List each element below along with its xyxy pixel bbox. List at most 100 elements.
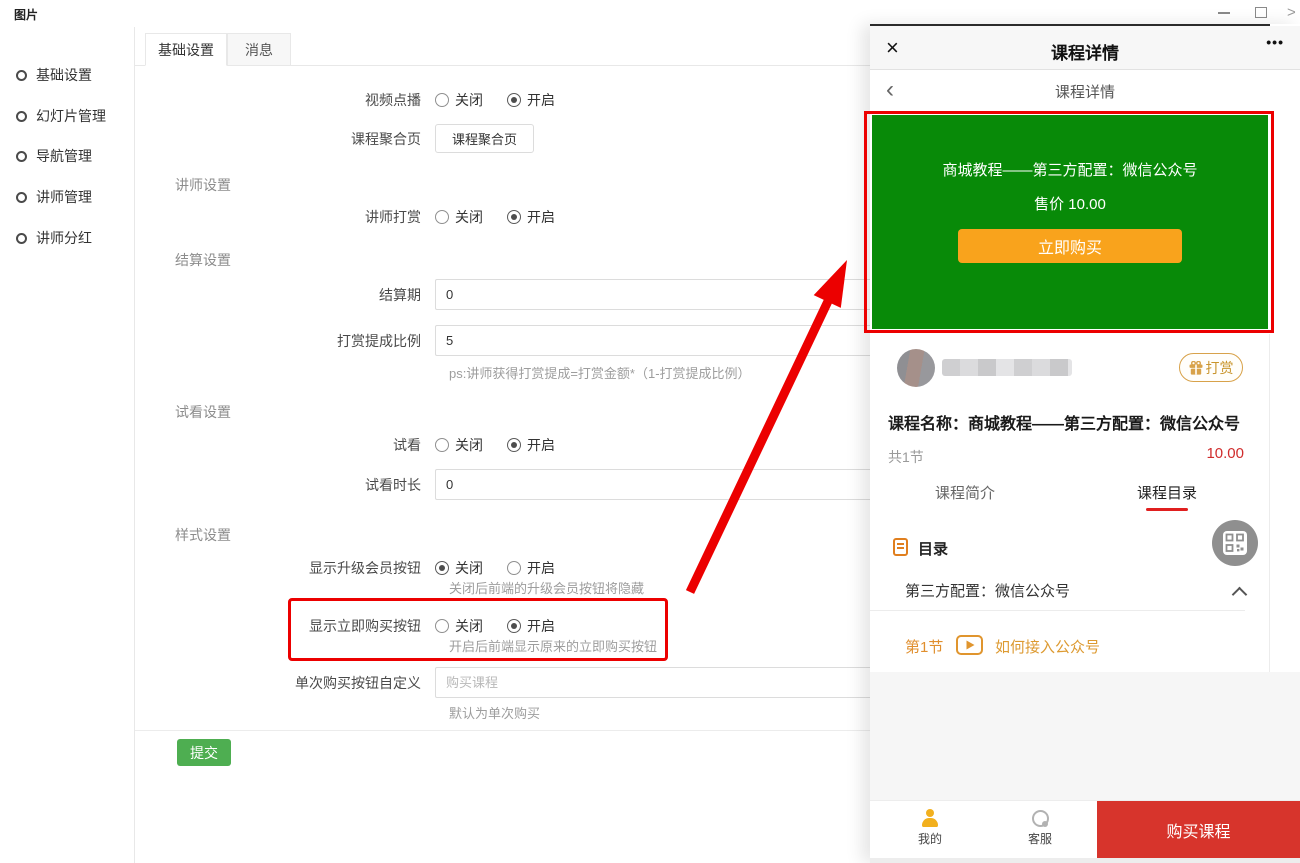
radio-upgrade-on[interactable]: 开启 bbox=[507, 558, 555, 578]
circle-icon bbox=[16, 151, 27, 162]
sidebar-item-teachers[interactable]: 讲师管理 bbox=[16, 187, 92, 207]
aggregate-page-button[interactable]: 课程聚合页 bbox=[435, 124, 534, 153]
tab-course-intro[interactable]: 课程简介 bbox=[885, 482, 1045, 503]
more-icon[interactable]: ••• bbox=[1266, 34, 1284, 50]
buy-now-button[interactable]: 立即购买 bbox=[958, 229, 1182, 263]
sidebar-item-slides[interactable]: 幻灯片管理 bbox=[16, 106, 106, 126]
active-tab-underline bbox=[1146, 508, 1188, 511]
radio-label: 关闭 bbox=[455, 435, 483, 455]
radio-selected-icon[interactable] bbox=[435, 561, 449, 575]
tab-basic-settings[interactable]: 基础设置 bbox=[145, 33, 227, 66]
radio-buynow-off[interactable]: 关闭 bbox=[435, 616, 483, 636]
app-title: 课程详情 bbox=[870, 81, 1300, 102]
radio-icon[interactable] bbox=[435, 438, 449, 452]
radio-buynow-on[interactable]: 开启 bbox=[507, 616, 555, 636]
circle-icon bbox=[16, 192, 27, 203]
chevron-right-icon[interactable]: > bbox=[1287, 4, 1296, 21]
radio-reward-off[interactable]: 关闭 bbox=[435, 207, 483, 227]
section-teacher-settings: 讲师设置 bbox=[175, 175, 231, 195]
play-video-icon bbox=[956, 635, 983, 655]
tab-course-catalog[interactable]: 课程目录 bbox=[1087, 482, 1247, 503]
course-name: 课程名称：商城教程——第三方配置：微信公众号 bbox=[888, 410, 1282, 434]
section-settlement-settings: 结算设置 bbox=[175, 250, 231, 270]
form-row-upgrade-button: 显示升级会员按钮 关闭 开启 bbox=[135, 558, 555, 578]
submit-button[interactable]: 提交 bbox=[177, 739, 231, 766]
field-label: 显示立即购买按钮 bbox=[135, 616, 435, 636]
chapter-title[interactable]: 第三方配置：微信公众号 bbox=[905, 580, 1070, 601]
radio-selected-icon[interactable] bbox=[507, 93, 521, 107]
sidebar-item-navigation[interactable]: 导航管理 bbox=[16, 146, 92, 166]
custom-note: 默认为单次购买 bbox=[449, 703, 540, 722]
field-label: 讲师打赏 bbox=[135, 207, 435, 227]
nav-mine[interactable]: 我的 bbox=[900, 809, 960, 847]
avatar bbox=[897, 349, 935, 387]
radio-icon[interactable] bbox=[435, 93, 449, 107]
course-price: 10.00 bbox=[1206, 445, 1244, 462]
chapter-divider bbox=[870, 610, 1245, 611]
ratio-note: ps:讲师获得打赏提成=打赏金额*（1-打赏提成比例） bbox=[449, 363, 751, 382]
lesson-title[interactable]: 如何接入公众号 bbox=[995, 636, 1100, 657]
headset-icon bbox=[1032, 810, 1049, 827]
catalog-header: 目录 bbox=[918, 538, 948, 559]
course-hero-banner: 商城教程——第三方配置：微信公众号 售价 10.00 立即购买 bbox=[872, 115, 1268, 329]
maximize-icon[interactable] bbox=[1255, 7, 1267, 18]
form-row-buynow-button: 显示立即购买按钮 关闭 开启 bbox=[135, 616, 555, 636]
radio-selected-icon[interactable] bbox=[507, 619, 521, 633]
radio-label: 关闭 bbox=[455, 616, 483, 636]
radio-icon[interactable] bbox=[435, 619, 449, 633]
tab-divider bbox=[135, 65, 872, 66]
radio-label: 开启 bbox=[527, 558, 555, 578]
radio-label: 关闭 bbox=[455, 207, 483, 227]
radio-trial-on[interactable]: 开启 bbox=[507, 435, 555, 455]
radio-reward-on[interactable]: 开启 bbox=[507, 207, 555, 227]
tab-message[interactable]: 消息 bbox=[227, 33, 291, 66]
chevron-up-icon[interactable] bbox=[1232, 587, 1248, 603]
phone-preview: × 课程详情 ••• ‹ 课程详情 商城教程——第三方配置：微信公众号 售价 1… bbox=[870, 24, 1300, 863]
radio-label: 开启 bbox=[527, 207, 555, 227]
minimize-icon[interactable] bbox=[1218, 12, 1230, 14]
hero-price: 售价 10.00 bbox=[872, 193, 1268, 214]
sidebar-item-teacher-dividend[interactable]: 讲师分红 bbox=[16, 228, 92, 248]
field-label: 试看 bbox=[135, 435, 435, 455]
radio-selected-icon[interactable] bbox=[507, 210, 521, 224]
radio-icon[interactable] bbox=[507, 561, 521, 575]
radio-selected-icon[interactable] bbox=[507, 438, 521, 452]
radio-label: 关闭 bbox=[455, 558, 483, 578]
radio-label: 关闭 bbox=[455, 90, 483, 110]
buy-course-button[interactable]: 购买课程 bbox=[1097, 801, 1300, 859]
buynow-note: 开启后前端显示原来的立即购买按钮 bbox=[449, 636, 657, 655]
radio-upgrade-off[interactable]: 关闭 bbox=[435, 558, 483, 578]
radio-trial-off[interactable]: 关闭 bbox=[435, 435, 483, 455]
qr-icon bbox=[1223, 531, 1247, 555]
nav-customer-service[interactable]: 客服 bbox=[1010, 809, 1070, 847]
field-label: 结算期 bbox=[135, 285, 435, 305]
window-titlebar: 图片 > bbox=[0, 0, 1300, 27]
radio-label: 开启 bbox=[527, 435, 555, 455]
form-row-video: 视频点播 关闭 开启 bbox=[135, 90, 555, 110]
sidebar-item-label: 导航管理 bbox=[36, 146, 92, 166]
section-style-settings: 样式设置 bbox=[175, 525, 231, 545]
form-row-aggregate: 课程聚合页 课程聚合页 bbox=[135, 124, 534, 153]
wechat-titlebar: × 课程详情 ••• bbox=[870, 26, 1300, 70]
field-label: 显示升级会员按钮 bbox=[135, 558, 435, 578]
radio-video-on[interactable]: 开启 bbox=[507, 90, 555, 110]
sidebar-item-basic-settings[interactable]: 基础设置 bbox=[16, 65, 92, 85]
reward-button-label: 打赏 bbox=[1206, 358, 1234, 378]
qr-code-button[interactable] bbox=[1212, 520, 1258, 566]
radio-video-off[interactable]: 关闭 bbox=[435, 90, 483, 110]
sidebar-item-label: 基础设置 bbox=[36, 65, 92, 85]
nav-label: 我的 bbox=[918, 830, 942, 847]
phone-bottom-bar: 我的 客服 购买课程 bbox=[870, 800, 1300, 858]
reward-button[interactable]: 打赏 bbox=[1179, 353, 1243, 382]
form-row-trial: 试看 关闭 开启 bbox=[135, 435, 555, 455]
circle-icon bbox=[16, 111, 27, 122]
hero-course-title: 商城教程——第三方配置：微信公众号 bbox=[872, 159, 1268, 180]
phone-bottom-strip bbox=[870, 858, 1300, 863]
nav-label: 客服 bbox=[1028, 830, 1052, 847]
form-row-teacher-reward: 讲师打赏 关闭 开启 bbox=[135, 207, 555, 227]
radio-icon[interactable] bbox=[435, 210, 449, 224]
content-right-edge bbox=[1269, 334, 1270, 714]
app-navbar: ‹ 课程详情 bbox=[870, 70, 1300, 108]
sidebar: 基础设置 幻灯片管理 导航管理 讲师管理 讲师分红 bbox=[0, 27, 135, 863]
radio-label: 开启 bbox=[527, 616, 555, 636]
